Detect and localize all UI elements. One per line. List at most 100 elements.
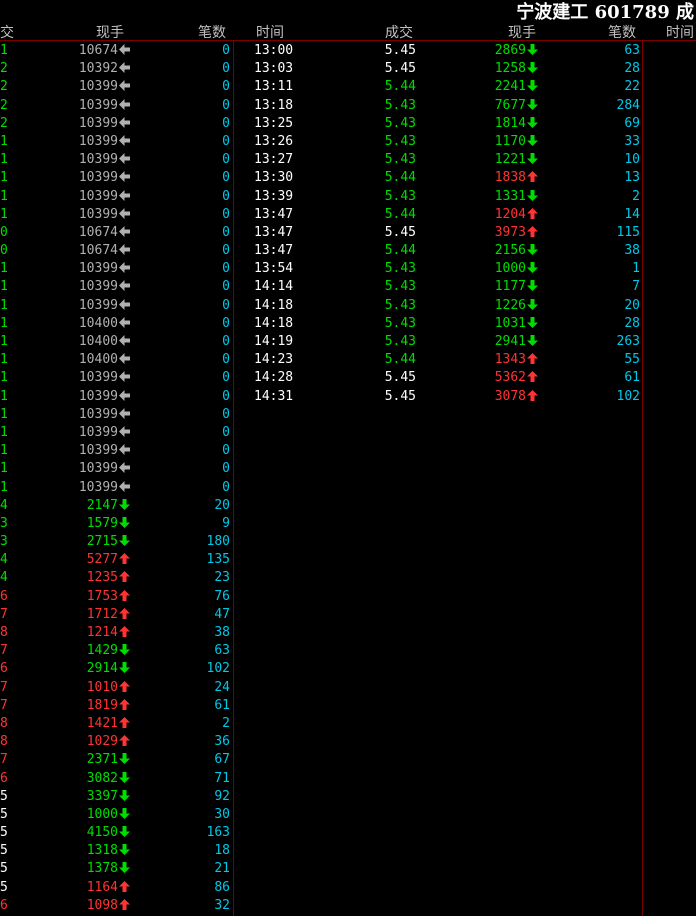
- tick-row[interactable]: 14:14 5.43 1177 7: [234, 278, 642, 296]
- tick-row[interactable]: 5 1378 21: [0, 860, 232, 878]
- tick-row[interactable]: 8 1214 38: [0, 624, 232, 642]
- tick-volume-cell: 1204: [495, 206, 538, 224]
- tick-row[interactable]: 6 1098 32: [0, 897, 232, 915]
- arrow-left-icon: [119, 280, 130, 292]
- tick-row[interactable]: 14:19 5.43 2941 263: [234, 333, 642, 351]
- tick-row[interactable]: 13:26 5.43 1170 33: [234, 133, 642, 151]
- header-time: 时间: [256, 25, 284, 41]
- tick-count: 0: [222, 297, 230, 313]
- tick-volume: 1421: [86, 715, 118, 731]
- tick-row[interactable]: 1 10399 0: [0, 260, 232, 278]
- tick-row[interactable]: 1 10399 0: [0, 151, 232, 169]
- tick-row[interactable]: 2 10399 0: [0, 97, 232, 115]
- tick-row[interactable]: 13:00 5.45 2869 63: [234, 42, 642, 60]
- tick-row[interactable]: 13:39 5.43 1331 2: [234, 188, 642, 206]
- tick-row[interactable]: 1 10399 0: [0, 460, 232, 478]
- tick-row[interactable]: 1 10399 0: [0, 424, 232, 442]
- tick-row[interactable]: 5 1000 30: [0, 806, 232, 824]
- header-volume-left: 现手: [96, 25, 124, 41]
- tick-row[interactable]: 1 10399 0: [0, 406, 232, 424]
- tick-row[interactable]: 13:18 5.43 7677 284: [234, 97, 642, 115]
- tick-row[interactable]: 14:18 5.43 1226 20: [234, 297, 642, 315]
- tick-row[interactable]: 1 10399 0: [0, 297, 232, 315]
- tick-time: 13:54: [254, 261, 294, 277]
- tick-row[interactable]: 0 10674 0: [0, 224, 232, 242]
- tick-count: 0: [222, 170, 230, 186]
- tick-row[interactable]: 3 1579 9: [0, 515, 232, 533]
- tick-row[interactable]: 2 10399 0: [0, 78, 232, 96]
- tick-row[interactable]: 13:54 5.43 1000 1: [234, 260, 642, 278]
- tick-row[interactable]: 1 10399 0: [0, 369, 232, 387]
- tick-volume-cell: 2371: [87, 751, 130, 769]
- tick-price: 0: [0, 243, 8, 259]
- tick-volume-cell: 1819: [87, 697, 130, 715]
- tick-row[interactable]: 5 1164 86: [0, 879, 232, 897]
- tick-price: 1: [0, 152, 8, 168]
- tick-row[interactable]: 6 1753 76: [0, 588, 232, 606]
- tick-row[interactable]: 5 1318 18: [0, 842, 232, 860]
- tick-row[interactable]: 13:47 5.45 3973 115: [234, 224, 642, 242]
- tick-row[interactable]: 2 10392 0: [0, 60, 232, 78]
- tick-row[interactable]: 13:27 5.43 1221 10: [234, 151, 642, 169]
- tick-row[interactable]: 14:18 5.43 1031 28: [234, 315, 642, 333]
- tick-row[interactable]: 14:31 5.45 3078 102: [234, 388, 642, 406]
- tick-count: 69: [624, 115, 640, 131]
- tick-row[interactable]: 7 1010 24: [0, 679, 232, 697]
- tick-row[interactable]: 1 10399 0: [0, 278, 232, 296]
- tick-row[interactable]: 5 3397 92: [0, 788, 232, 806]
- tick-row[interactable]: 1 10399 0: [0, 188, 232, 206]
- tick-row[interactable]: 6 2914 102: [0, 660, 232, 678]
- tick-row[interactable]: 13:25 5.43 1814 69: [234, 115, 642, 133]
- tick-row[interactable]: 13:47 5.44 2156 38: [234, 242, 642, 260]
- tick-price: 1: [0, 406, 8, 422]
- tick-volume: 10674: [78, 224, 118, 240]
- tick-row[interactable]: 1 10400 0: [0, 333, 232, 351]
- tick-row[interactable]: 13:30 5.44 1838 13: [234, 169, 642, 187]
- arrow-left-icon: [119, 298, 130, 310]
- tick-count: 23: [214, 570, 230, 586]
- tick-price: 8: [0, 734, 8, 750]
- tick-count: 28: [624, 61, 640, 77]
- tick-row[interactable]: 1 10399 0: [0, 206, 232, 224]
- tick-row[interactable]: 1 10399 0: [0, 169, 232, 187]
- tick-row[interactable]: 7 1819 61: [0, 697, 232, 715]
- tick-row[interactable]: 13:03 5.45 1258 28: [234, 60, 642, 78]
- tick-row[interactable]: 7 1712 47: [0, 606, 232, 624]
- tick-row[interactable]: 4 1235 23: [0, 569, 232, 587]
- tick-row[interactable]: 13:47 5.44 1204 14: [234, 206, 642, 224]
- tick-row[interactable]: 14:28 5.45 5362 61: [234, 369, 642, 387]
- tick-row[interactable]: 1 10674 0: [0, 42, 232, 60]
- tick-row[interactable]: 6 3082 71: [0, 770, 232, 788]
- tick-count: 47: [214, 606, 230, 622]
- tick-volume-cell: 10399: [79, 278, 130, 296]
- tick-time: 13:26: [254, 133, 294, 149]
- tick-row[interactable]: 8 1029 36: [0, 733, 232, 751]
- tick-row[interactable]: 7 2371 67: [0, 751, 232, 769]
- tick-volume: 1214: [86, 625, 118, 640]
- right-tick-list[interactable]: 13:00 5.45 2869 63 13:03 5.45 1258 28 13:11 5.44 2…: [234, 42, 642, 406]
- left-tick-list[interactable]: 1 10674 0 2 10392 0 2 10399 0 2 10399 0 2 10399 0 1 1039…: [0, 42, 232, 915]
- tick-row[interactable]: 7 1429 63: [0, 642, 232, 660]
- tick-volume: 3397: [86, 788, 118, 804]
- tick-row[interactable]: 4 2147 20: [0, 497, 232, 515]
- tick-count: 0: [222, 188, 230, 204]
- tick-volume: 10399: [78, 133, 118, 149]
- tick-row[interactable]: 1 10399 0: [0, 388, 232, 406]
- tick-volume: 10399: [78, 424, 118, 440]
- tick-row[interactable]: 1 10399 0: [0, 442, 232, 460]
- tick-row[interactable]: 1 10399 0: [0, 133, 232, 151]
- tick-row[interactable]: 3 2715 180: [0, 533, 232, 551]
- tick-row[interactable]: 8 1421 2: [0, 715, 232, 733]
- tick-row[interactable]: 1 10400 0: [0, 351, 232, 369]
- tick-row[interactable]: 5 4150 163: [0, 824, 232, 842]
- tick-row[interactable]: 13:11 5.44 2241 22: [234, 78, 642, 96]
- tick-row[interactable]: 4 5277 135: [0, 551, 232, 569]
- tick-row[interactable]: 14:23 5.44 1343 55: [234, 351, 642, 369]
- tick-volume-cell: 4150: [87, 824, 130, 842]
- tick-volume-cell: 5362: [495, 369, 538, 387]
- arrow-up-icon: [527, 171, 538, 183]
- tick-row[interactable]: 1 10400 0: [0, 315, 232, 333]
- tick-row[interactable]: 2 10399 0: [0, 115, 232, 133]
- tick-row[interactable]: 1 10399 0: [0, 479, 232, 497]
- tick-row[interactable]: 0 10674 0: [0, 242, 232, 260]
